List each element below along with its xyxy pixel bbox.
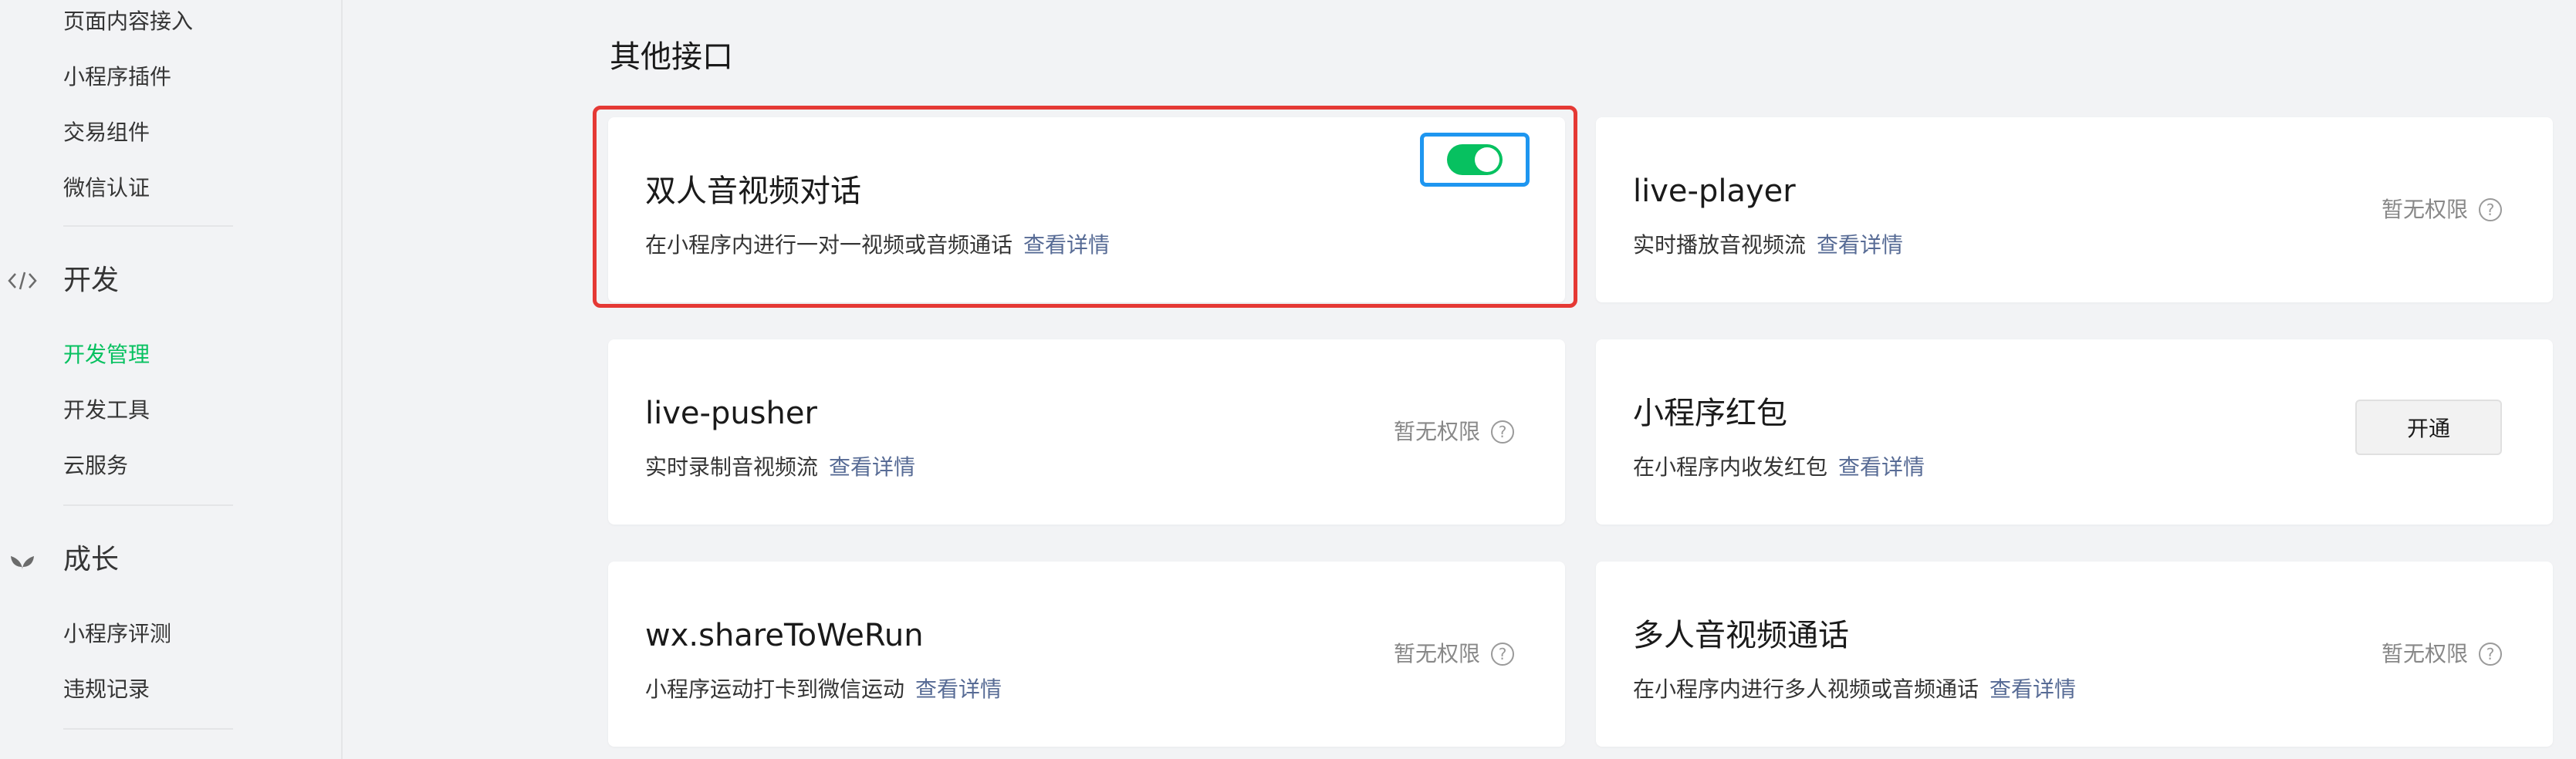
sidebar-item-cloud-service[interactable]: 云服务 [63, 450, 128, 481]
open-button[interactable]: 开通 [2355, 400, 2502, 455]
no-permission-text: 暂无权限 [2381, 641, 2468, 666]
switch-knob [1475, 147, 1499, 172]
section-dev-header [0, 258, 45, 304]
sidebar-item-evaluation[interactable]: 小程序评测 [63, 619, 171, 649]
card-desc: 小程序运动打卡到微信运动 查看详情 [645, 674, 1002, 705]
dual-av-call-switch[interactable] [1447, 144, 1503, 175]
api-card-red-packet: 小程序红包 在小程序内收发红包 查看详情 开通 [1596, 339, 2553, 525]
help-icon[interactable]: ? [1491, 420, 1514, 444]
code-icon [0, 269, 45, 292]
api-card-multi-av-call: 多人音视频通话 在小程序内进行多人视频或音频通话 查看详情 暂无权限? [1596, 562, 2553, 747]
no-permission-status: 暂无权限? [2382, 194, 2502, 225]
card-desc-text: 在小程序内进行多人视频或音频通话 [1633, 676, 1979, 702]
highlight-frame-blue [1420, 133, 1530, 187]
card-desc: 实时录制音视频流 查看详情 [645, 452, 915, 483]
card-desc-text: 实时录制音视频流 [645, 454, 819, 480]
no-permission-text: 暂无权限 [1393, 641, 1480, 666]
card-title: 多人音视频通话 [1633, 618, 1849, 653]
view-details-link[interactable]: 查看详情 [1989, 676, 2076, 702]
view-details-link[interactable]: 查看详情 [1817, 232, 1903, 258]
card-title: live-player [1633, 174, 1796, 209]
view-details-link[interactable]: 查看详情 [829, 454, 915, 480]
sidebar-item-plugins[interactable]: 小程序插件 [63, 62, 171, 93]
sidebar-divider [63, 728, 233, 730]
card-desc: 实时播放音视频流 查看详情 [1633, 230, 1903, 261]
card-desc: 在小程序内进行多人视频或音频通话 查看详情 [1633, 674, 2076, 705]
sidebar-item-dev-management[interactable]: 开发管理 [63, 339, 150, 370]
help-icon[interactable]: ? [1491, 643, 1514, 666]
no-permission-text: 暂无权限 [1393, 419, 1480, 444]
no-permission-status: 暂无权限? [1394, 639, 1514, 670]
card-desc: 在小程序内收发红包 查看详情 [1633, 452, 1925, 483]
card-title: live-pusher [645, 396, 817, 431]
api-card-live-pusher: live-pusher 实时录制音视频流 查看详情 暂无权限? [608, 339, 1565, 525]
sidebar-divider [63, 225, 233, 227]
view-details-link[interactable]: 查看详情 [915, 676, 1002, 702]
sidebar-item-wechat-auth[interactable]: 微信认证 [63, 173, 150, 204]
card-desc-text: 在小程序内收发红包 [1633, 454, 1828, 480]
api-card-live-player: live-player 实时播放音视频流 查看详情 暂无权限? [1596, 117, 2553, 302]
sidebar-item-dev-tools[interactable]: 开发工具 [63, 395, 150, 426]
section-growth-header [0, 537, 45, 583]
sidebar-item-page-content[interactable]: 页面内容接入 [63, 6, 193, 37]
card-desc-text: 小程序运动打卡到微信运动 [645, 676, 905, 702]
view-details-link[interactable]: 查看详情 [1838, 454, 1925, 480]
no-permission-status: 暂无权限? [1394, 417, 1514, 447]
help-icon[interactable]: ? [2479, 198, 2502, 221]
api-card-share-to-werun: wx.shareToWeRun 小程序运动打卡到微信运动 查看详情 暂无权限? [608, 562, 1565, 747]
card-desc-text: 实时播放音视频流 [1633, 232, 1807, 258]
leaf-icon [0, 548, 45, 572]
no-permission-text: 暂无权限 [2381, 197, 2468, 222]
sidebar-divider [63, 504, 233, 506]
sidebar-item-violations[interactable]: 违规记录 [63, 674, 150, 705]
card-title: 小程序红包 [1633, 396, 1787, 431]
section-growth-title: 成长 [63, 544, 120, 575]
sidebar: 页面内容接入 小程序插件 交易组件 微信认证 开发 开发管理 开发工具 云服务 … [0, 0, 343, 759]
card-title: wx.shareToWeRun [645, 618, 924, 653]
section-dev-title: 开发 [63, 265, 120, 296]
page-title: 其他接口 [610, 39, 733, 75]
help-icon[interactable]: ? [2479, 643, 2502, 666]
sidebar-item-trade-components[interactable]: 交易组件 [63, 117, 150, 148]
no-permission-status: 暂无权限? [2382, 639, 2502, 670]
